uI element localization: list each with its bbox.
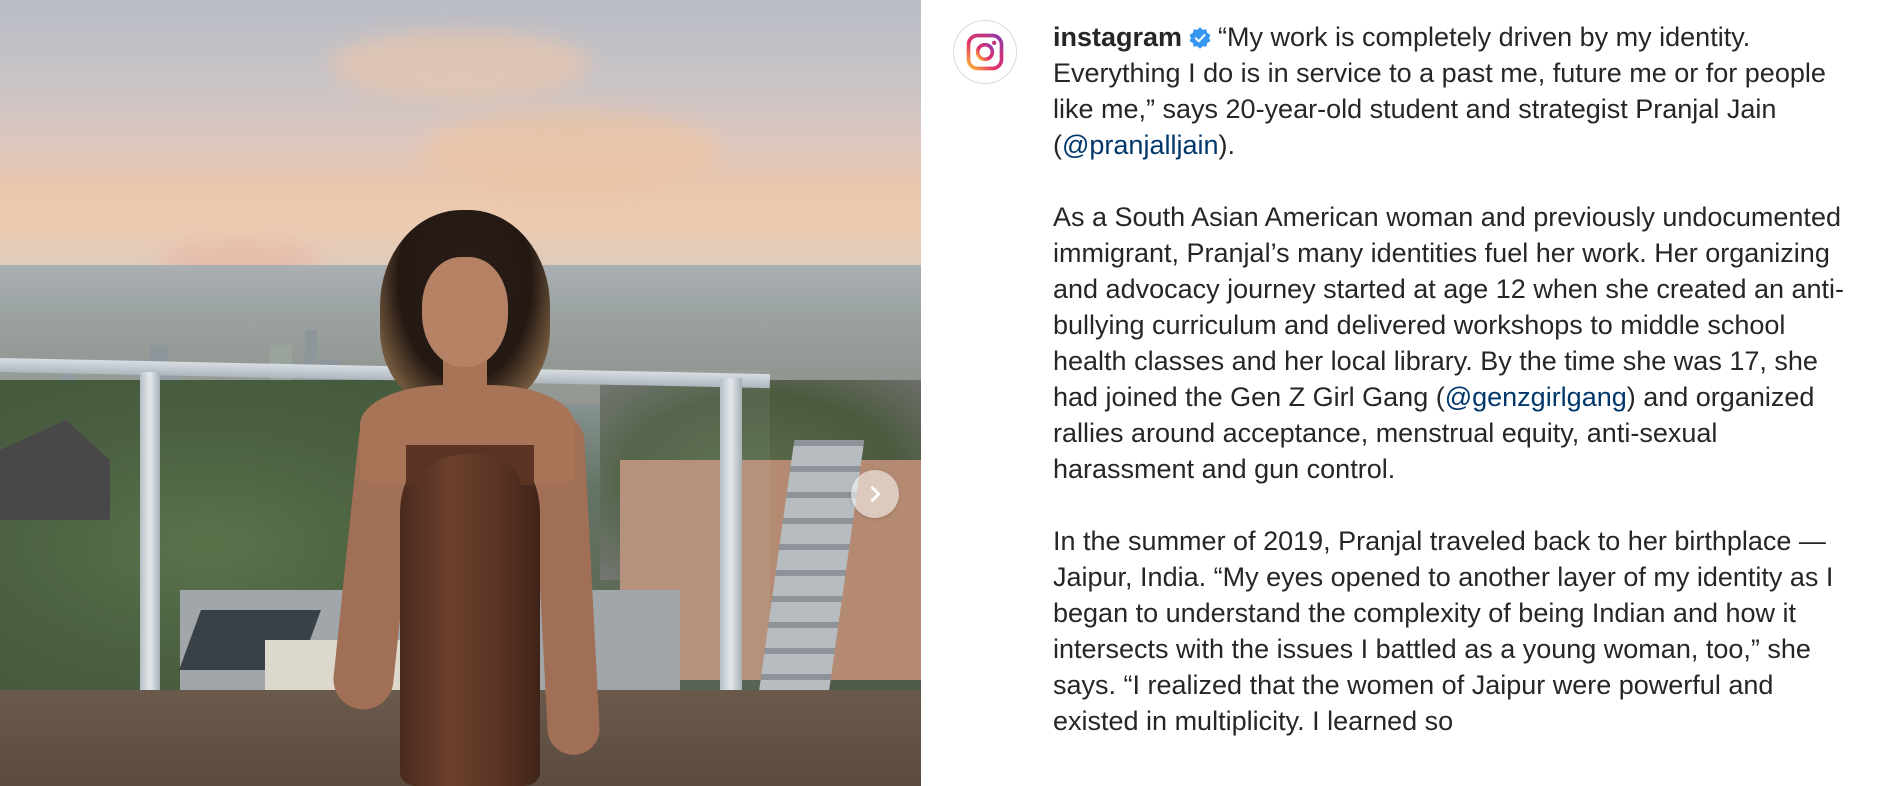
sky-cloud <box>330 30 590 100</box>
dress-lace <box>406 445 534 485</box>
instagram-post: instagram “My work is completely driven … <box>0 0 1884 786</box>
author-username[interactable]: instagram <box>1053 22 1182 52</box>
caption-text: As a South Asian American woman and prev… <box>1053 202 1845 412</box>
caption-paragraph: instagram “My work is completely driven … <box>1053 19 1865 163</box>
carousel-next-button[interactable] <box>851 470 899 518</box>
caption-paragraph: In the summer of 2019, Pranjal traveled … <box>1053 523 1865 739</box>
verified-badge-icon <box>1189 27 1211 49</box>
sky-cloud <box>420 110 720 190</box>
face <box>422 257 508 367</box>
mention-link[interactable]: @pranjalljain <box>1062 130 1219 160</box>
caption-paragraph: As a South Asian American woman and prev… <box>1053 199 1865 487</box>
chevron-right-icon <box>870 486 881 502</box>
dress <box>400 445 540 786</box>
caption-text: ). <box>1218 130 1236 160</box>
mention-link[interactable]: @genzgirlgang <box>1445 382 1627 412</box>
post-photo[interactable] <box>0 0 921 786</box>
person <box>330 205 640 786</box>
author-avatar[interactable] <box>953 20 1017 84</box>
caption-text: In the summer of 2019, Pranjal traveled … <box>1053 526 1834 736</box>
caption-panel: instagram “My work is completely driven … <box>921 0 1884 786</box>
post-caption: instagram “My work is completely driven … <box>1053 19 1865 775</box>
instagram-logo-icon <box>966 33 1004 71</box>
